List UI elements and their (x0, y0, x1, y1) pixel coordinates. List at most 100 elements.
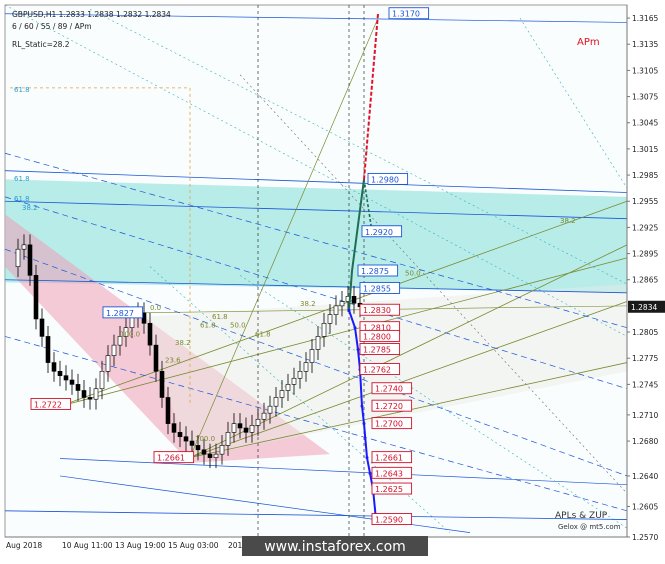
price-chart[interactable]: 61.861.861.838.2100.061.838.223.60.061.8… (0, 0, 665, 560)
y-tick-label: 1.2570 (632, 533, 658, 542)
last-price-label: 1.2834 (631, 303, 657, 312)
level-label: 1.2643 (375, 469, 403, 478)
candle-body (81, 390, 87, 398)
candle-body (33, 275, 39, 320)
candle-body (291, 377, 297, 385)
candle-body (297, 370, 303, 379)
y-tick-label: 1.2775 (632, 354, 658, 363)
candle-body (87, 397, 93, 400)
candle-body (51, 362, 57, 372)
blue-path-node (360, 404, 364, 408)
candle-body (177, 432, 183, 438)
level-label: 1.2740 (375, 385, 403, 394)
candle-body (45, 336, 51, 363)
swing-label: 1.2827 (106, 309, 134, 318)
y-tick-label: 1.3135 (632, 40, 658, 49)
level-label: 1.2830 (363, 306, 391, 315)
swing-label: 1.2661 (157, 454, 185, 463)
candle-body (21, 244, 27, 250)
candle-body (99, 370, 105, 390)
level-label: 1.2800 (363, 332, 391, 341)
credit-gelox: Gelox @ mt5.com (558, 523, 621, 531)
fib-label: 38.2 (22, 204, 38, 212)
fib-label: 61.8 (200, 322, 216, 330)
blue-path-node (356, 347, 360, 351)
level-label: 1.3170 (392, 10, 420, 19)
fib-label: 38.2 (560, 217, 576, 225)
candle-body (153, 344, 159, 372)
candle-body (189, 440, 195, 446)
candle-body (75, 384, 81, 391)
fib-label: 61.8 (14, 195, 30, 203)
candle-body (279, 390, 285, 398)
candle-body (159, 370, 165, 398)
candle-body (15, 248, 21, 267)
blue-path-node (347, 308, 351, 312)
fib-label: 0.0 (150, 304, 161, 312)
level-label: 1.2720 (375, 402, 403, 411)
level-label: 1.2700 (375, 420, 403, 429)
level-label: 1.2920 (365, 228, 393, 237)
candle-body (243, 427, 249, 433)
y-tick-label: 1.3015 (632, 145, 658, 154)
level-label: 1.2980 (371, 175, 399, 184)
fib-label: 50.0 (230, 322, 246, 330)
candle-body (303, 362, 309, 372)
candle-body (285, 384, 291, 391)
fib-label: 38.2 (300, 300, 316, 308)
candle-body (333, 305, 339, 315)
chart-window: 61.8 61.8 61.8 38.2 100.0 61.8 38.2 23.6 0.0 61.8… (0, 0, 665, 560)
watermark-text: www.instaforex.com (264, 539, 406, 555)
candle-body (27, 244, 33, 276)
candle-body (57, 370, 63, 376)
header-indicator-line: RL_Static=28.2 (12, 40, 70, 49)
level-label: 1.2875 (361, 267, 389, 276)
candle-body (201, 449, 207, 455)
blue-path-node (362, 422, 366, 426)
fib-label: 50.0 (405, 269, 421, 277)
y-tick-label: 1.2955 (632, 197, 658, 206)
level-label: 1.2590 (375, 516, 403, 525)
candle-body (327, 314, 333, 324)
candle-body (63, 375, 69, 381)
y-tick-label: 1.2985 (632, 171, 658, 180)
apm-label: APm (577, 37, 600, 48)
fib-label: 23.6 (165, 357, 181, 365)
y-tick-label: 1.2895 (632, 250, 658, 259)
y-tick-label: 1.3165 (632, 14, 658, 23)
y-tick-label: 1.3105 (632, 66, 658, 75)
candle-body (309, 349, 315, 363)
candle-body (273, 397, 279, 407)
candle-body (69, 379, 75, 385)
candle-body (237, 423, 243, 429)
candle-body (267, 405, 273, 414)
level-label: 1.2625 (375, 485, 403, 494)
blue-path-node (365, 456, 369, 460)
candle-body (147, 323, 153, 346)
y-tick-label: 1.2680 (632, 437, 658, 446)
y-tick-label: 1.2605 (632, 502, 658, 511)
candle-body (111, 344, 117, 356)
level-label: 1.2661 (375, 454, 403, 463)
candle-body (183, 436, 189, 442)
level-label: 1.2762 (363, 366, 391, 375)
fib-label: 61.8 (14, 175, 30, 183)
fib-label: 61.8 (14, 86, 30, 94)
x-tick-label: 15 Aug 03:00 (168, 541, 219, 550)
candle-body (213, 453, 219, 458)
swing-label: 1.2722 (34, 400, 62, 409)
fib-label: 38.2 (175, 339, 191, 347)
candle-body (255, 418, 261, 426)
teal-zone (5, 179, 627, 293)
candle-body (219, 445, 225, 455)
y-tick-label: 1.2925 (632, 223, 658, 232)
candle-body (105, 355, 111, 372)
y-tick-label: 1.2865 (632, 276, 658, 285)
y-tick-label: 1.2745 (632, 380, 658, 389)
candle-body (129, 316, 135, 328)
level-label: 1.2785 (363, 345, 391, 354)
y-tick-label: 1.3045 (632, 119, 658, 128)
fib-label: 100.0 (195, 435, 215, 443)
header-symbol-line: GBPUSD,H1 1.2833 1.2838 1.2832 1.2834 (12, 10, 171, 19)
candle-body (165, 397, 171, 424)
